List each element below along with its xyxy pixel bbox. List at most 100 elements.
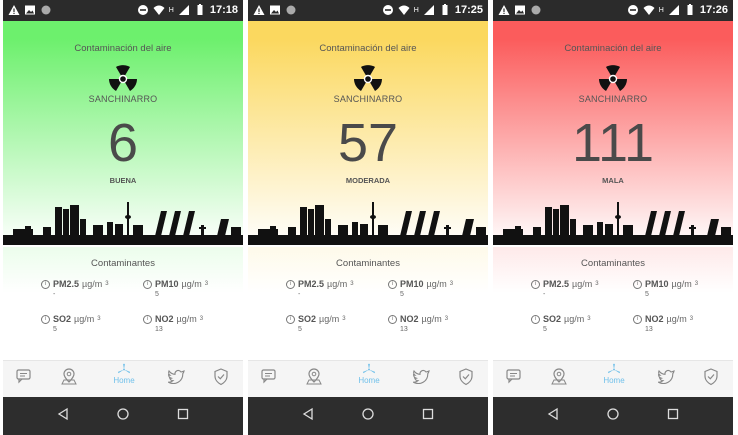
pollutant-no2[interactable]: i NO2 µg/m 3 13 — [143, 314, 203, 333]
chat-icon — [16, 369, 31, 384]
nav-twitter[interactable] — [166, 368, 188, 390]
home-circle-icon[interactable] — [606, 407, 620, 421]
image-icon — [25, 5, 35, 15]
pollutant-unit-exp: 3 — [97, 316, 101, 322]
home-circle-icon[interactable] — [361, 407, 375, 421]
image-icon — [515, 5, 525, 15]
pollutant-value: - — [543, 291, 546, 298]
back-icon[interactable] — [57, 407, 69, 421]
pollutant-pm25[interactable]: i PM2.5 µg/m 3 - — [286, 279, 354, 298]
status-time: 17:25 — [454, 4, 483, 16]
pollutant-unit-exp: 3 — [350, 281, 354, 287]
aqi-level: MALA — [602, 176, 624, 185]
madrid-skyline — [3, 202, 243, 245]
nav-privacy[interactable] — [700, 368, 722, 390]
shield-check-icon — [704, 368, 718, 386]
network-h-label: H — [658, 6, 664, 14]
info-icon: i — [633, 279, 642, 289]
wifi-icon — [643, 5, 655, 15]
pollutants-title: Contaminantes — [91, 258, 155, 269]
signal-icon — [178, 5, 189, 15]
screen-moderate: H 17:25 Contaminación del aire SANCHINAR… — [248, 0, 488, 435]
pollutant-so2[interactable]: i SO2 µg/m 3 5 — [41, 314, 101, 333]
recents-icon[interactable] — [667, 407, 679, 421]
madrid-skyline — [248, 202, 488, 245]
nav-home-label: Home — [603, 376, 625, 385]
info-icon: i — [388, 314, 397, 324]
system-navigation-bar — [493, 397, 733, 435]
back-icon[interactable] — [547, 407, 559, 421]
bottom-navigation: Home — [3, 360, 243, 398]
pollutant-so2[interactable]: i SO2 µg/m 3 5 — [286, 314, 346, 333]
pollutant-no2[interactable]: i NO2 µg/m 3 13 — [633, 314, 693, 333]
image-icon — [270, 5, 280, 15]
pollutant-pm10[interactable]: i PM10 µg/m 3 5 — [143, 279, 208, 298]
nav-twitter[interactable] — [656, 368, 678, 390]
pollutant-value: 5 — [53, 326, 57, 333]
pollutant-unit-exp: 3 — [444, 316, 449, 322]
nav-map[interactable] — [548, 368, 570, 390]
pollutant-pm10[interactable]: i PM10 µg/m 3 5 — [633, 279, 698, 298]
pollutant-name: PM2.5 — [298, 279, 325, 289]
nav-home[interactable]: Home — [356, 363, 382, 385]
nav-privacy[interactable] — [455, 368, 477, 390]
nav-chat[interactable] — [259, 368, 281, 390]
pollutant-value: 5 — [155, 291, 159, 298]
pollutant-pm25[interactable]: i PM2.5 µg/m 3 - — [531, 279, 599, 298]
shield-check-icon — [459, 368, 473, 386]
nav-home[interactable]: Home — [601, 363, 627, 385]
aqi-value: 111 — [571, 113, 655, 173]
nav-map[interactable] — [303, 368, 325, 390]
circle-icon — [41, 5, 51, 15]
signal-icon — [668, 5, 679, 15]
status-time: 17:18 — [209, 4, 238, 16]
do-not-disturb-icon — [627, 5, 638, 15]
pollutant-unit-exp: 3 — [342, 316, 346, 322]
map-pin-icon — [551, 368, 567, 385]
screen-good: H 17:18 Contaminación del aire SANCHINAR… — [3, 0, 243, 435]
info-icon: i — [531, 279, 540, 289]
pollutant-name: NO2 — [400, 314, 419, 324]
battery-icon — [197, 4, 203, 15]
district-name: SANCHINARRO — [88, 94, 158, 104]
pollutant-unit: µg/m — [327, 279, 348, 289]
info-icon: i — [41, 279, 50, 289]
twitter-icon — [413, 369, 430, 384]
nav-chat[interactable] — [14, 368, 36, 390]
wifi-icon — [398, 5, 410, 15]
pollutant-unit: µg/m — [564, 314, 585, 324]
pollutant-value: 13 — [155, 326, 163, 333]
nav-map[interactable] — [58, 368, 80, 390]
home-pinwheel-icon — [607, 363, 621, 374]
pollutant-unit: µg/m — [319, 314, 340, 324]
pollutant-pm25[interactable]: i PM2.5 µg/m 3 - — [41, 279, 109, 298]
pollutant-value: 5 — [400, 291, 404, 298]
aqi-value: 57 — [337, 113, 399, 173]
pollutants-section: Contaminantes i PM2.5 µg/m 3 - i PM10 µg/… — [3, 247, 243, 349]
recents-icon[interactable] — [177, 407, 189, 421]
pollutant-so2[interactable]: i SO2 µg/m 3 5 — [531, 314, 591, 333]
pollutant-pm10[interactable]: i PM10 µg/m 3 5 — [388, 279, 453, 298]
pollutant-unit-exp: 3 — [587, 316, 591, 322]
info-icon: i — [143, 314, 152, 324]
pollutant-unit: µg/m — [426, 279, 447, 289]
pollutant-value: 5 — [543, 326, 547, 333]
nav-twitter[interactable] — [411, 368, 433, 390]
pollutant-unit: µg/m — [176, 314, 197, 324]
nav-home[interactable]: Home — [111, 363, 137, 385]
pollutant-name: PM10 — [155, 279, 179, 289]
nav-privacy[interactable] — [210, 368, 232, 390]
recents-icon[interactable] — [422, 407, 434, 421]
pollutant-no2[interactable]: i NO2 µg/m 3 13 — [388, 314, 448, 333]
pollutant-value: - — [53, 291, 56, 298]
back-icon[interactable] — [302, 407, 314, 421]
info-icon: i — [388, 279, 397, 289]
pollutants-section: Contaminantes i PM2.5 µg/m 3 - i PM10 µg/… — [248, 247, 488, 349]
nav-chat[interactable] — [504, 368, 526, 390]
radiation-icon — [354, 65, 382, 91]
pollutant-value: - — [298, 291, 301, 298]
pollutant-value: 5 — [298, 326, 302, 333]
pollutant-unit-exp: 3 — [204, 281, 209, 287]
home-circle-icon[interactable] — [116, 407, 130, 421]
map-pin-icon — [61, 368, 77, 385]
